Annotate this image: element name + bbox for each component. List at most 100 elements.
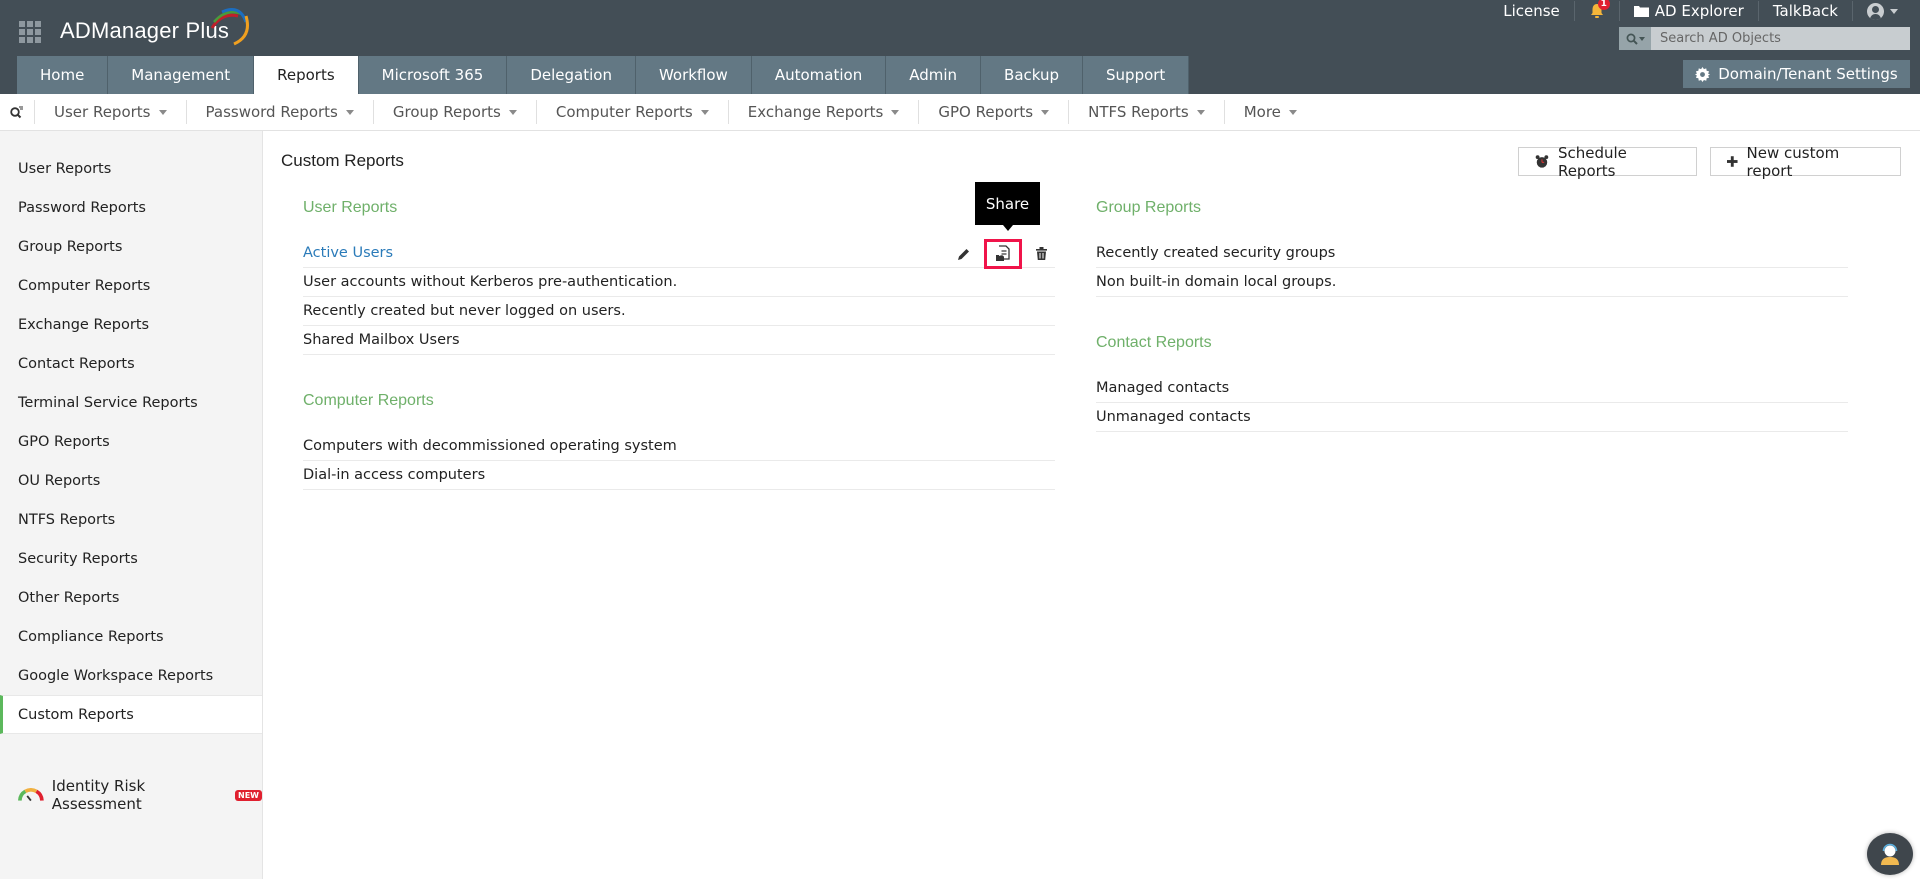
sidebar-item-security-reports[interactable]: Security Reports — [0, 539, 262, 578]
subnav-label: User Reports — [54, 103, 151, 121]
subnav-gpo-reports[interactable]: GPO Reports — [918, 100, 1068, 124]
license-label: License — [1503, 2, 1560, 20]
sidebar-item-gpo-reports[interactable]: GPO Reports — [0, 422, 262, 461]
report-row[interactable]: Recently created but never logged on use… — [303, 297, 1055, 326]
contact-reports-list: Managed contacts Unmanaged contacts — [1096, 374, 1848, 432]
report-row[interactable]: Shared Mailbox Users — [303, 326, 1055, 355]
reports-subnav: User Reports Password Reports Group Repo… — [0, 94, 1920, 131]
report-row-active-users[interactable]: Active Users — [303, 238, 1055, 269]
chevron-down-icon — [1196, 109, 1205, 115]
main-nav: Home Management Reports Microsoft 365 De… — [17, 56, 1190, 94]
report-name[interactable]: User accounts without Kerberos pre-authe… — [303, 274, 677, 290]
share-button[interactable] — [984, 238, 1022, 269]
group-reports-list: Recently created security groups Non bui… — [1096, 239, 1848, 297]
page-title: Custom Reports — [281, 151, 404, 170]
sidebar-item-password-reports[interactable]: Password Reports — [0, 188, 262, 227]
sidebar-item-ntfs-reports[interactable]: NTFS Reports — [0, 500, 262, 539]
new-badge: NEW — [235, 789, 262, 801]
sidebar-item-computer-reports[interactable]: Computer Reports — [0, 266, 262, 305]
report-name[interactable]: Shared Mailbox Users — [303, 332, 460, 348]
delete-button[interactable] — [1036, 247, 1047, 260]
sidebar-item-compliance-reports[interactable]: Compliance Reports — [0, 617, 262, 656]
app-grid-icon[interactable] — [19, 21, 41, 43]
subnav-password-reports[interactable]: Password Reports — [185, 100, 373, 124]
search-type-button[interactable] — [1619, 27, 1651, 50]
license-link[interactable]: License — [1489, 1, 1574, 21]
sidebar-item-group-reports[interactable]: Group Reports — [0, 227, 262, 266]
tab-management[interactable]: Management — [108, 56, 255, 94]
domain-tenant-settings-button[interactable]: Domain/Tenant Settings — [1683, 60, 1910, 88]
report-name[interactable]: Computers with decommissioned operating … — [303, 438, 677, 454]
report-row[interactable]: Unmanaged contacts — [1096, 403, 1848, 432]
sidebar-item-exchange-reports[interactable]: Exchange Reports — [0, 305, 262, 344]
chevron-down-icon — [508, 109, 517, 115]
tab-backup[interactable]: Backup — [981, 56, 1084, 94]
report-name[interactable]: Recently created security groups — [1096, 245, 1335, 261]
gauge-icon — [18, 788, 44, 802]
user-avatar-icon — [1867, 2, 1884, 20]
sidebar-item-user-reports[interactable]: User Reports — [0, 149, 262, 188]
tab-reports[interactable]: Reports — [254, 56, 359, 94]
pencil-icon — [958, 248, 969, 260]
subnav-computer-reports[interactable]: Computer Reports — [535, 100, 728, 124]
subnav-group-reports[interactable]: Group Reports — [372, 100, 536, 124]
left-report-column: User Reports Active Users User accounts … — [303, 199, 1055, 490]
subnav-label: GPO Reports — [938, 103, 1034, 121]
identity-risk-label: Identity Risk Assessment — [51, 777, 146, 813]
report-name[interactable]: Dial-in access computers — [303, 467, 485, 483]
notifications-button[interactable]: 1 — [1573, 0, 1619, 21]
schedule-reports-button[interactable]: Schedule Reports — [1518, 144, 1697, 180]
top-links: License 1 AD Explorer TalkBack — [1489, 0, 1912, 22]
ad-explorer-link[interactable]: AD Explorer — [1618, 1, 1758, 21]
subnav-ntfs-reports[interactable]: NTFS Reports — [1068, 100, 1224, 124]
report-name[interactable]: Unmanaged contacts — [1096, 409, 1251, 425]
sidebar-item-other-reports[interactable]: Other Reports — [0, 578, 262, 617]
report-name[interactable]: Recently created but never logged on use… — [303, 303, 626, 319]
tab-admin[interactable]: Admin — [886, 56, 982, 94]
ad-explorer-label: AD Explorer — [1654, 2, 1744, 20]
identity-risk-assessment-link[interactable]: Identity Risk Assessment NEW — [18, 777, 262, 813]
chevron-down-icon — [891, 109, 900, 115]
report-row[interactable]: Non built-in domain local groups. — [1096, 268, 1848, 297]
subnav-label: Group Reports — [392, 103, 501, 121]
report-row[interactable]: Managed contacts — [1096, 374, 1848, 403]
subnav-label: More — [1243, 103, 1281, 121]
sidebar-item-ou-reports[interactable]: OU Reports — [0, 461, 262, 500]
report-row[interactable]: Dial-in access computers — [303, 461, 1055, 490]
row-actions — [958, 238, 1047, 269]
tab-support[interactable]: Support — [1083, 56, 1190, 94]
report-row[interactable]: Recently created security groups — [1096, 239, 1848, 268]
subnav-label: NTFS Reports — [1088, 103, 1189, 121]
search-input[interactable] — [1651, 27, 1910, 50]
user-menu[interactable] — [1852, 1, 1912, 21]
chevron-down-icon — [1638, 36, 1645, 41]
subnav-exchange-reports[interactable]: Exchange Reports — [727, 100, 919, 124]
sidebar-item-google-workspace-reports[interactable]: Google Workspace Reports — [0, 656, 262, 695]
tab-home[interactable]: Home — [17, 56, 109, 94]
report-row[interactable]: Computers with decommissioned operating … — [303, 432, 1055, 461]
report-name[interactable]: Non built-in domain local groups. — [1096, 274, 1336, 290]
new-custom-report-button[interactable]: New custom report — [1710, 144, 1901, 180]
sidebar-item-custom-reports[interactable]: Custom Reports — [0, 695, 262, 734]
tab-delegation[interactable]: Delegation — [507, 56, 636, 94]
report-name[interactable]: Managed contacts — [1096, 380, 1229, 396]
talkback-link[interactable]: TalkBack — [1757, 1, 1852, 21]
edit-button[interactable] — [958, 248, 970, 260]
subnav-more[interactable]: More — [1223, 100, 1316, 124]
search-icon — [10, 106, 23, 118]
sidebar-item-terminal-service-reports[interactable]: Terminal Service Reports — [0, 383, 262, 422]
support-agent-icon — [1881, 843, 1899, 865]
user-reports-list: Active Users User accounts without Kerbe… — [303, 238, 1055, 355]
tab-microsoft-365[interactable]: Microsoft 365 — [358, 56, 508, 94]
tab-workflow[interactable]: Workflow — [635, 56, 752, 94]
app-logo[interactable]: ADManager Plus — [60, 18, 229, 44]
report-search-button[interactable] — [0, 94, 34, 131]
tab-automation[interactable]: Automation — [751, 56, 887, 94]
gear-icon — [1695, 66, 1711, 82]
report-name[interactable]: Active Users — [303, 245, 393, 261]
report-row[interactable]: User accounts without Kerberos pre-authe… — [303, 268, 1055, 297]
support-chat-button[interactable] — [1867, 833, 1913, 875]
sidebar-item-contact-reports[interactable]: Contact Reports — [0, 344, 262, 383]
chevron-down-icon — [158, 109, 167, 115]
subnav-user-reports[interactable]: User Reports — [34, 100, 186, 124]
